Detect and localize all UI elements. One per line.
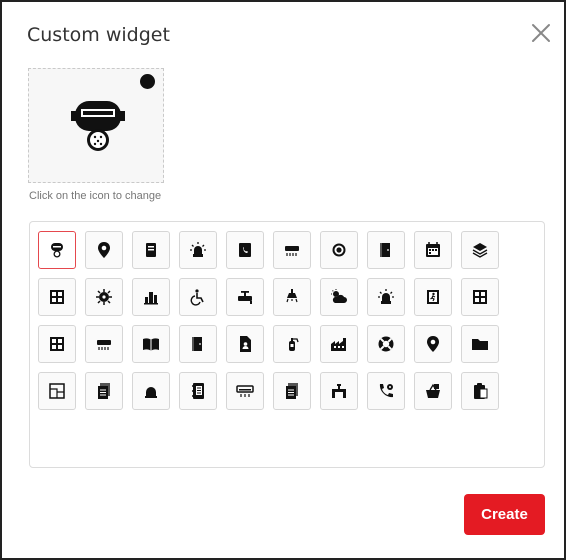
custom-widget-dialog: Custom widget Click on the icon to chang… (0, 0, 566, 560)
color-dot[interactable] (140, 74, 155, 89)
partly-cloudy-icon (331, 289, 347, 303)
window-frame-icon (473, 290, 487, 304)
icon-option[interactable] (367, 231, 405, 269)
icon-option[interactable] (367, 278, 405, 316)
window-grid-icon (50, 337, 64, 351)
door-icon (380, 243, 390, 257)
factory-icon (331, 338, 346, 351)
emergency-exit-icon (427, 290, 439, 304)
icon-option[interactable] (85, 372, 123, 410)
open-book-icon (143, 338, 159, 351)
blueprint-icon (49, 383, 65, 399)
wheelchair-icon (190, 289, 204, 306)
welding-mask-icon (51, 243, 63, 258)
icon-option[interactable] (226, 278, 264, 316)
icon-option[interactable] (414, 325, 452, 363)
gear-badge-icon (332, 243, 346, 257)
icon-grid (29, 221, 545, 468)
icon-option[interactable] (320, 231, 358, 269)
fire-extinguisher-icon (289, 338, 299, 351)
basket-icon (426, 383, 440, 398)
air-conditioner-icon (285, 246, 299, 256)
door-open-icon (192, 337, 202, 351)
icon-option[interactable] (179, 231, 217, 269)
icon-option[interactable] (273, 372, 311, 410)
icon-option[interactable] (414, 278, 452, 316)
ceiling-lamp-icon (286, 289, 298, 303)
address-book-icon (192, 383, 204, 399)
location-pin-icon (427, 336, 439, 352)
file-stack-icon (286, 383, 298, 399)
icon-option[interactable] (179, 325, 217, 363)
dialog-title: Custom widget (27, 24, 170, 46)
icon-option[interactable] (461, 372, 499, 410)
icon-option[interactable] (461, 231, 499, 269)
city-skyline-icon (144, 292, 158, 305)
icon-option[interactable] (320, 372, 358, 410)
icon-option[interactable] (132, 278, 170, 316)
calendar-icon (426, 242, 440, 257)
icon-option[interactable] (461, 278, 499, 316)
lifebuoy-icon (378, 336, 394, 352)
alarm-light-icon (378, 289, 394, 304)
notebook-icon (146, 243, 156, 257)
close-icon[interactable] (530, 22, 552, 44)
icon-option[interactable] (367, 372, 405, 410)
phone-book-icon (239, 243, 251, 257)
icon-option[interactable] (132, 231, 170, 269)
split-ac-icon (97, 340, 111, 350)
icon-option[interactable] (85, 278, 123, 316)
icon-option[interactable] (179, 372, 217, 410)
layers-icon (472, 243, 488, 258)
pipe-valve-icon (332, 384, 346, 398)
icon-option[interactable] (414, 372, 452, 410)
map-pin-icon (98, 242, 110, 258)
bell-alarm-icon (145, 387, 157, 398)
siren-icon (190, 242, 206, 257)
icon-option[interactable] (179, 278, 217, 316)
icon-option[interactable] (226, 372, 264, 410)
ac-vent-icon (236, 385, 254, 397)
icon-option[interactable] (38, 325, 76, 363)
phone-settings-icon (379, 384, 393, 398)
window-icon (50, 290, 64, 304)
icon-option[interactable] (38, 372, 76, 410)
create-button[interactable]: Create (464, 494, 545, 535)
welding-mask-icon (71, 101, 125, 151)
icon-option[interactable] (226, 231, 264, 269)
document-user-icon (240, 336, 251, 352)
icon-option[interactable] (38, 278, 76, 316)
icon-option[interactable] (273, 278, 311, 316)
documents-icon (98, 383, 110, 399)
icon-option[interactable] (273, 231, 311, 269)
icon-option[interactable] (85, 231, 123, 269)
icon-option[interactable] (461, 325, 499, 363)
change-icon-hint: Click on the icon to change (29, 190, 162, 202)
icon-option[interactable] (367, 325, 405, 363)
icon-option[interactable] (132, 325, 170, 363)
icon-option[interactable] (414, 231, 452, 269)
icon-option[interactable] (320, 325, 358, 363)
virus-icon (96, 289, 112, 305)
icon-option[interactable] (273, 325, 311, 363)
icon-option[interactable] (85, 325, 123, 363)
icon-option[interactable] (132, 372, 170, 410)
clipboard-icon (474, 383, 488, 399)
icon-preview[interactable] (28, 68, 164, 183)
folder-icon (472, 339, 488, 350)
valve-icon (238, 291, 252, 304)
icon-option[interactable] (226, 325, 264, 363)
icon-option[interactable] (38, 231, 76, 269)
icon-option[interactable] (320, 278, 358, 316)
